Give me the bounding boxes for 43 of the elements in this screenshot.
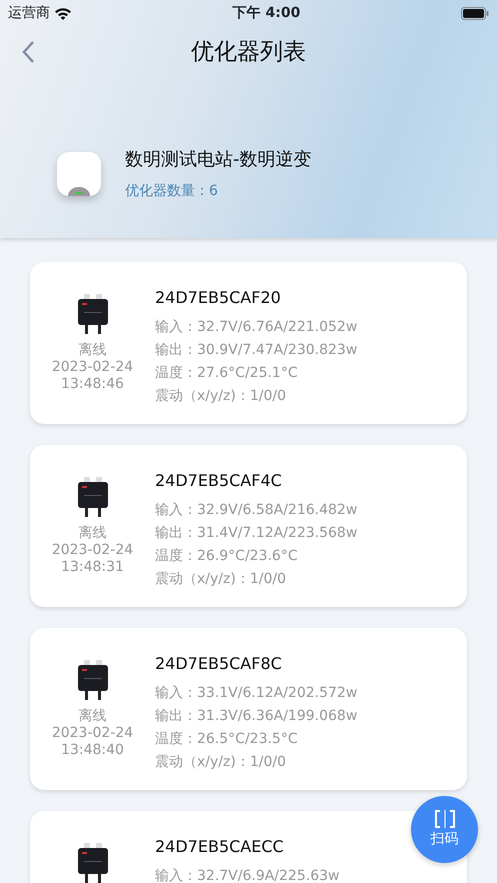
optimizer-card[interactable]: 离线 2023-02-24 13:48:40 24D7EB5CAF8C 输入：33.1V/6.12A/202.572w 输出：31.3V/6.36A/199.068w 温度：26.5°C/23.5°C 震动（x/y/z)：1/0/0 bbox=[30, 628, 467, 790]
reading-text: 输入：33.1V/6.12A/202.572w bbox=[155, 684, 358, 703]
reading-text: 输入：32.7V/6.9A/225.63w bbox=[155, 867, 340, 883]
optimizer-count: 优化器数量：6 bbox=[125, 182, 219, 201]
serial-number: 24D7EB5CAF4C bbox=[155, 470, 283, 492]
reading-text: 输入：32.9V/6.58A/216.482w bbox=[155, 501, 358, 520]
serial-number: 24D7EB5CAECC bbox=[155, 836, 285, 858]
reading-text: 温度：27.6°C/25.1°C bbox=[155, 364, 299, 383]
status-text: 离线 bbox=[78, 342, 106, 359]
scan-icon[interactable] bbox=[432, 809, 456, 829]
serial-number: 24D7EB5CAF20 bbox=[155, 287, 282, 309]
optimizer-device-icon bbox=[76, 843, 110, 883]
reading-text: 输出：30.9V/7.47A/230.823w bbox=[155, 341, 358, 360]
reading-text: 温度：26.5°C/23.5°C bbox=[155, 730, 299, 749]
status-text: 离线 bbox=[78, 525, 106, 542]
battery-icon bbox=[460, 6, 489, 20]
station-name: 数明测试电站-数明逆变 bbox=[125, 148, 312, 172]
serial-number: 24D7EB5CAF8C bbox=[155, 653, 283, 675]
optimizer-device-icon bbox=[76, 477, 110, 517]
date-text: 2023-02-24 bbox=[52, 542, 134, 559]
time-text: 13:48:31 bbox=[61, 559, 124, 576]
reading-text: 震动（x/y/z)：1/0/0 bbox=[155, 753, 287, 772]
date-text: 2023-02-24 bbox=[52, 359, 134, 376]
reading-text: 输入：32.7V/6.76A/221.052w bbox=[155, 318, 358, 337]
reading-text: 输出：31.3V/6.36A/199.068w bbox=[155, 707, 358, 726]
date-text: 2023-02-24 bbox=[52, 725, 134, 742]
optimizer-device-icon bbox=[76, 660, 110, 700]
reading-text: 震动（x/y/z)：1/0/0 bbox=[155, 387, 287, 406]
status-text: 离线 bbox=[78, 708, 106, 725]
page-title: 优化器列表 bbox=[191, 38, 306, 67]
clock-text: 下午 4:00 bbox=[232, 4, 300, 22]
optimizer-card[interactable]: 离线 2023-02-24 13:48:31 24D7EB5CAF4C 输入：32.9V/6.58A/216.482w 输出：31.4V/7.12A/223.568w 温度：26.9°C/23.6°C 震动（x/y/z)：1/0/0 bbox=[30, 445, 467, 607]
time-text: 13:48:46 bbox=[61, 376, 124, 393]
reading-text: 温度：26.9°C/23.6°C bbox=[155, 547, 299, 566]
reading-text: 输出：31.4V/7.12A/223.568w bbox=[155, 524, 358, 543]
time-text: 13:48:40 bbox=[61, 742, 124, 759]
optimizer-card[interactable]: 离线 2023-02-24 13:48:46 24D7EB5CAF20 输入：32.7V/6.76A/221.052w 输出：30.9V/7.47A/230.823w 温度：27.6°C/25.1°C 震动（x/y/z)：1/0/0 bbox=[30, 262, 467, 424]
station-icon bbox=[57, 152, 101, 196]
carrier-text: 运营商 bbox=[8, 4, 50, 22]
reading-text: 震动（x/y/z)：1/0/0 bbox=[155, 570, 287, 589]
optimizer-device-icon bbox=[76, 294, 110, 334]
wifi-icon bbox=[54, 6, 72, 20]
back-chevron-icon[interactable] bbox=[21, 40, 35, 64]
